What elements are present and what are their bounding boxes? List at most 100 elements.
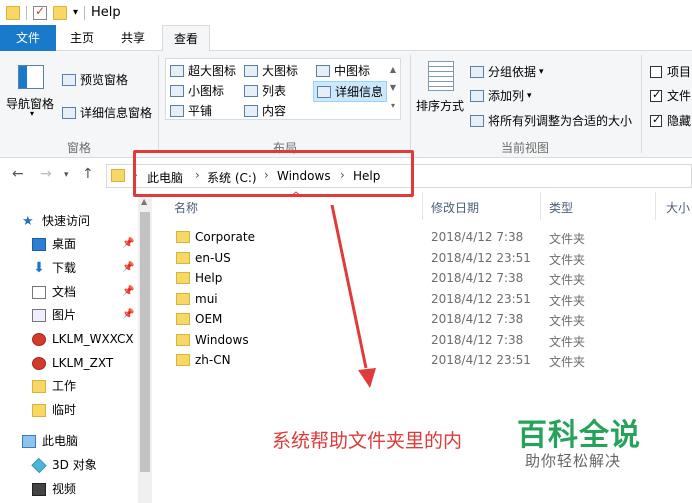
chevron-right-icon[interactable]: › — [264, 168, 269, 182]
size-all-columns-label: 将所有列调整为合适的大小 — [488, 114, 633, 128]
sidebar-item-lklm-zxt[interactable]: LKLM_ZXT — [32, 352, 113, 374]
table-row[interactable]: mui 2018/4/12 23:51 文件夹 — [160, 289, 692, 310]
chevron-right-icon[interactable]: › — [133, 168, 138, 182]
layout-large-icons[interactable]: 大图标 — [244, 62, 298, 79]
layout-extra-large-icons[interactable]: 超大图标 — [170, 62, 236, 79]
breadcrumb-help[interactable]: Help — [353, 169, 380, 183]
sidebar-item-label: 文档 — [52, 285, 77, 299]
sidebar-item-label: 临时 — [52, 403, 77, 417]
file-name: Help — [195, 271, 223, 285]
scroll-up-icon[interactable]: ▲ — [141, 197, 147, 206]
navigation-bar: ← → ▾ ↑ › 此电脑 › 系统 (C:) › Windows › Help — [0, 158, 692, 192]
sidebar-item-downloads[interactable]: ⬇ 下载 — [32, 257, 76, 279]
file-modified: 2018/4/12 23:51 — [431, 353, 531, 367]
sidebar-item-work[interactable]: 工作 — [32, 375, 76, 397]
group-separator — [641, 55, 642, 153]
medium-icons-icon — [316, 64, 330, 77]
file-modified: 2018/4/12 7:38 — [431, 230, 524, 244]
table-row[interactable]: zh-CN 2018/4/12 23:51 文件夹 — [160, 350, 692, 371]
sidebar-item-3d-objects[interactable]: 3D 对象 — [31, 454, 97, 476]
layout-small-icons[interactable]: 小图标 — [170, 82, 224, 99]
properties-icon[interactable] — [33, 4, 47, 20]
table-row[interactable]: OEM 2018/4/12 7:38 文件夹 — [160, 309, 692, 330]
window-title: Help — [91, 5, 121, 20]
file-name: Corporate — [195, 230, 255, 244]
folder-icon — [32, 403, 46, 417]
layout-medium-icons[interactable]: 中图标 — [316, 62, 370, 79]
layout-content[interactable]: 内容 — [244, 102, 286, 119]
chevron-right-icon[interactable]: › — [340, 168, 345, 182]
layout-label: 小图标 — [188, 84, 225, 98]
preview-pane-button[interactable]: 预览窗格 — [62, 71, 128, 88]
table-row[interactable]: Corporate 2018/4/12 7:38 文件夹 — [160, 227, 692, 248]
address-bar[interactable]: › 此电脑 › 系统 (C:) › Windows › Help — [106, 164, 692, 188]
folder-icon — [6, 5, 20, 20]
column-separator[interactable] — [655, 192, 656, 220]
sidebar-item-this-pc[interactable]: 此电脑 — [22, 430, 78, 452]
breadcrumb-windows[interactable]: Windows — [277, 169, 331, 183]
sidebar-item-documents[interactable]: 文档 — [32, 281, 76, 303]
forward-arrow-icon[interactable]: → — [40, 166, 52, 182]
new-folder-icon[interactable] — [53, 5, 67, 20]
content-icon — [244, 104, 258, 117]
sidebar-item-label: 图片 — [52, 308, 77, 322]
breadcrumb-this-pc[interactable]: 此电脑 — [147, 169, 183, 186]
sidebar-item-label: 工作 — [52, 379, 77, 393]
column-header-name[interactable]: 名称 — [174, 199, 198, 216]
sort-by-label: 排序方式 — [416, 99, 465, 113]
table-row[interactable]: Windows 2018/4/12 7:38 文件夹 — [160, 330, 692, 351]
file-extensions-toggle[interactable]: 文件 — [650, 87, 691, 104]
sidebar-item-temp[interactable]: 临时 — [32, 399, 76, 421]
hidden-items-toggle[interactable]: 隐藏 — [650, 112, 691, 129]
file-name: Windows — [195, 333, 249, 347]
chevron-right-icon[interactable]: › — [195, 168, 200, 182]
sort-icon — [428, 61, 454, 91]
file-name: OEM — [195, 312, 223, 326]
column-header-size[interactable]: 大小 — [666, 199, 690, 216]
group-by-button[interactable]: 分组依据 ▾ — [470, 63, 544, 80]
sidebar-scrollbar-thumb[interactable] — [140, 212, 150, 472]
breadcrumb-system-c[interactable]: 系统 (C:) — [207, 169, 257, 186]
tab-file[interactable]: 文件 — [0, 25, 56, 51]
tab-view[interactable]: 查看 — [162, 25, 210, 52]
details-pane-button[interactable]: 详细信息窗格 — [62, 104, 152, 121]
details-icon — [317, 85, 331, 98]
sidebar-item-quick-access[interactable]: ★ 快速访问 — [22, 210, 90, 232]
column-separator[interactable] — [540, 192, 541, 220]
gallery-scroll[interactable]: ▲ ▼ ▾ — [387, 61, 399, 115]
sort-by-button[interactable]: 排序方式 — [416, 97, 464, 114]
layout-list[interactable]: 列表 — [244, 82, 286, 99]
add-column-button[interactable]: 添加列 ▾ — [470, 87, 532, 104]
item-checkboxes-toggle[interactable]: 项目 — [650, 63, 691, 80]
file-modified: 2018/4/12 7:38 — [431, 333, 524, 347]
chevron-down-icon[interactable]: ▾ — [6, 109, 58, 118]
column-separator[interactable] — [422, 192, 423, 220]
up-arrow-icon[interactable]: ↑ — [82, 166, 94, 182]
watermark-title: 百科全说 — [517, 418, 641, 453]
group-by-icon — [470, 65, 484, 78]
tab-share[interactable]: 共享 — [108, 25, 158, 51]
table-row[interactable]: Help 2018/4/12 7:38 文件夹 — [160, 268, 692, 289]
column-header-modified[interactable]: 修改日期 — [431, 199, 479, 216]
folder-icon — [176, 293, 190, 305]
preview-pane-label: 预览窗格 — [80, 73, 129, 87]
chevron-down-icon[interactable]: ▾ — [73, 7, 78, 18]
sidebar-item-desktop[interactable]: 桌面 — [32, 233, 76, 255]
sidebar-item-videos[interactable]: 视频 — [32, 478, 76, 500]
recent-locations-chevron-icon[interactable]: ▾ — [64, 170, 69, 180]
sidebar-item-lklm-wxxcx[interactable]: LKLM_WXXCX — [32, 328, 134, 350]
sidebar-item-pictures[interactable]: 图片 — [32, 304, 76, 326]
navigation-pane-icon — [18, 65, 44, 89]
layout-details[interactable]: 详细信息 — [313, 81, 388, 102]
layout-tiles[interactable]: 平铺 — [170, 102, 212, 119]
extra-large-icons-icon — [170, 64, 184, 77]
table-row[interactable]: en-US 2018/4/12 23:51 文件夹 — [160, 248, 692, 269]
group-label-panes: 窗格 — [66, 141, 91, 155]
layout-label: 超大图标 — [188, 64, 237, 78]
file-name: mui — [195, 292, 218, 306]
back-arrow-icon[interactable]: ← — [12, 166, 24, 182]
column-header-type[interactable]: 类型 — [549, 199, 573, 216]
size-all-columns-button[interactable]: 将所有列调整为合适的大小 — [470, 112, 632, 129]
tab-home[interactable]: 主页 — [58, 25, 106, 51]
desktop-icon — [32, 237, 46, 251]
